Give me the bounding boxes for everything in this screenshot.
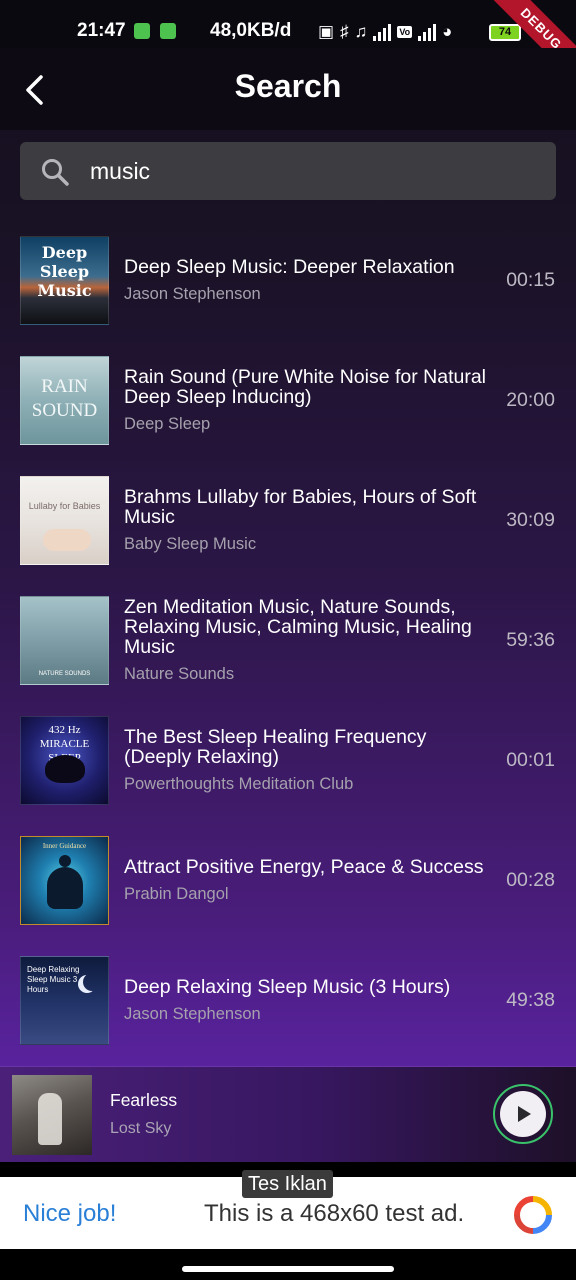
track-duration: 30:09 [506, 509, 555, 531]
track-artist: Baby Sleep Music [124, 534, 257, 553]
thumbnail-caption: Lullaby for Babies [28, 501, 101, 511]
track-artist: Nature Sounds [124, 664, 235, 683]
screen: 21:47 48,0KB/d ▣ ♯ ♫ Vo ◕ 74 DEBUG Searc… [0, 0, 576, 1280]
tree-shape [45, 755, 85, 783]
status-icons: ▣ ♯ ♫ Vo ◕ [318, 20, 452, 44]
page-title: Search [234, 68, 342, 104]
notification-app-icon [160, 23, 176, 39]
list-item[interactable]: Lullaby for Babies Brahms Lullaby for Ba… [0, 460, 576, 580]
mute-icon: ♫ [354, 22, 368, 41]
list-item[interactable]: 432 Hz MIRACLE SLEEP The Best Sleep Heal… [0, 700, 576, 820]
wifi-icon: ◕ [442, 22, 453, 41]
thumbnail-caption: Deep Relaxing Sleep Music 3 Hours [27, 965, 80, 994]
track-artist: Powerthoughts Meditation Club [124, 774, 354, 793]
thumbnail: Deep Relaxing Sleep Music 3 Hours [20, 956, 109, 1045]
track-title: Deep Sleep Music: Deeper Relaxation [124, 255, 455, 278]
now-playing-artist: Lost Sky [110, 1120, 172, 1137]
nfc-icon: ▣ [318, 22, 335, 41]
home-indicator[interactable] [182, 1266, 394, 1272]
signal-icon [373, 23, 392, 41]
thumbnail: 432 Hz MIRACLE SLEEP [20, 716, 109, 805]
ad-body-text: This is a 468x60 test ad. [204, 1200, 465, 1227]
bluetooth-icon: ♯ [340, 22, 349, 41]
thumbnail: RAIN SOUND [20, 356, 109, 445]
app-bar: Search [0, 48, 576, 130]
track-title: Zen Meditation Music, Nature Sounds, Rel… [124, 595, 472, 658]
track-title: Attract Positive Energy, Peace & Success [124, 855, 484, 878]
moon-shape [83, 973, 101, 991]
track-duration: 49:38 [506, 989, 555, 1011]
baby-shape [43, 529, 91, 551]
thumbnail-caption: Deep Sleep Music [37, 243, 92, 300]
list-item[interactable]: Inner Guidance Attract Positive Energy, … [0, 820, 576, 940]
track-duration: 00:01 [506, 749, 555, 771]
play-icon [518, 1106, 531, 1122]
now-playing-title: Fearless [110, 1090, 178, 1110]
figure-shape [38, 1093, 62, 1145]
signal-icon [418, 23, 437, 41]
meditator-head [59, 855, 71, 867]
list-item[interactable]: NATURE SOUNDS Zen Meditation Music, Natu… [0, 580, 576, 700]
track-title: Brahms Lullaby for Babies, Hours of Soft… [124, 485, 477, 528]
search-icon [42, 159, 69, 186]
thumbnail-caption: NATURE SOUNDS [38, 671, 91, 677]
volte-icon: Vo [397, 26, 413, 38]
thumbnail: Deep Sleep Music [20, 236, 109, 325]
track-artist: Jason Stephenson [124, 1004, 261, 1023]
search-input[interactable] [90, 142, 530, 200]
meditator-body [47, 867, 83, 909]
track-title: Rain Sound (Pure White Noise for Natural… [124, 365, 486, 408]
track-title: Deep Relaxing Sleep Music (3 Hours) [124, 975, 451, 998]
thumbnail-caption: RAIN SOUND [31, 376, 98, 421]
network-speed: 48,0KB/d [210, 20, 292, 41]
track-artist: Jason Stephenson [124, 284, 261, 303]
track-title: The Best Sleep Healing Frequency (Deeply… [124, 725, 427, 768]
thumbnail-caption: Inner Guidance [42, 842, 87, 850]
search-bar[interactable] [20, 142, 556, 200]
battery-icon: 74 [489, 24, 521, 41]
thumbnail: Lullaby for Babies [20, 476, 109, 565]
list-item[interactable]: RAIN SOUND Rain Sound (Pure White Noise … [0, 340, 576, 460]
ad-nice-text: Nice job! [23, 1200, 117, 1227]
track-artist: Prabin Dangol [124, 884, 229, 903]
mini-player[interactable]: Fearless Lost Sky [0, 1066, 576, 1162]
status-time: 21:47 [77, 20, 126, 41]
list-item[interactable]: Deep Relaxing Sleep Music 3 Hours Deep R… [0, 940, 576, 1060]
track-duration: 00:15 [506, 269, 555, 291]
thumbnail: NATURE SOUNDS [20, 596, 109, 685]
play-button[interactable] [493, 1084, 553, 1144]
track-artist: Deep Sleep [124, 414, 211, 433]
notification-app-icon [134, 23, 150, 39]
track-duration: 20:00 [506, 389, 555, 411]
track-duration: 00:28 [506, 869, 555, 891]
now-playing-artwork [12, 1075, 92, 1155]
track-duration: 59:36 [506, 629, 555, 651]
thumbnail: Inner Guidance [20, 836, 109, 925]
ad-label: Tes Iklan [242, 1170, 333, 1198]
ad-network-logo-icon [514, 1196, 552, 1234]
list-item[interactable]: Deep Sleep Music Deep Sleep Music: Deepe… [0, 220, 576, 340]
